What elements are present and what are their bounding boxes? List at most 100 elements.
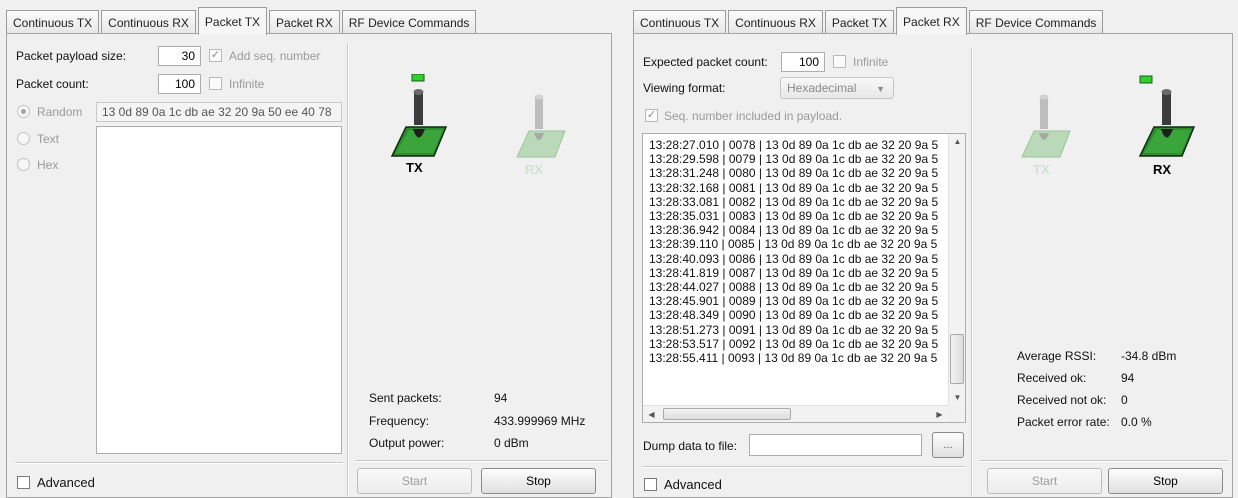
text-label: Text (37, 132, 60, 146)
scroll-down-icon[interactable]: ▼ (949, 393, 965, 402)
scroll-left-icon[interactable]: ◀ (643, 410, 660, 419)
log-line: 13:28:45.901 | 0089 | 13 0d 89 0a 1c db … (649, 294, 939, 309)
log-line: 13:28:35.031 | 0083 | 13 0d 89 0a 1c db … (649, 209, 939, 224)
output-power-label: Output power: (369, 436, 445, 450)
horizontal-scroll-thumb[interactable] (663, 408, 791, 420)
buttons-divider (355, 460, 609, 462)
tab-rf-device-commands[interactable]: RF Device Commands (968, 10, 1104, 34)
seq-included-label: Seq. number included in payload. (664, 109, 843, 123)
viewing-format-label: Viewing format: (643, 81, 726, 95)
log-line: 13:28:33.081 | 0082 | 13 0d 89 0a 1c db … (649, 194, 939, 209)
tab-packet-tx[interactable]: Packet TX (824, 10, 895, 34)
vertical-divider (347, 44, 349, 496)
infinite-checkbox[interactable] (833, 55, 846, 68)
add-seq-label: Add seq. number (229, 49, 321, 63)
packet-count-label: Packet count: (16, 77, 89, 91)
rx-device-label: RX (525, 162, 544, 177)
left-tabbar: Continuous TX Continuous RX Packet TX Pa… (6, 0, 478, 35)
random-payload-field[interactable]: 13 0d 89 0a 1c db ae 32 20 9a 50 ee 40 7… (96, 102, 342, 122)
rx-device-icon (516, 94, 566, 158)
hex-label: Hex (37, 158, 59, 172)
log-line: 13:28:41.819 | 0087 | 13 0d 89 0a 1c db … (649, 265, 939, 280)
stop-button[interactable]: Stop (1108, 468, 1223, 494)
log-lines: 13:28:27.010 | 0078 | 13 0d 89 0a 1c db … (643, 134, 965, 365)
expected-count-field[interactable]: 100 (781, 52, 825, 72)
log-line: 13:28:27.010 | 0078 | 13 0d 89 0a 1c db … (649, 138, 939, 152)
smartrf-studio-window: Continuous TX Continuous RX Packet TX Pa… (0, 0, 1238, 498)
tab-continuous-rx[interactable]: Continuous RX (728, 10, 823, 34)
received-not-ok-value: 0 (1121, 393, 1128, 407)
vertical-scroll-thumb[interactable] (950, 334, 964, 384)
avg-rssi-value: -34.8 dBm (1121, 349, 1177, 363)
avg-rssi-label: Average RSSI: (1017, 349, 1097, 363)
add-seq-checkbox[interactable]: ✓ (209, 49, 222, 62)
rx-device-icon (1138, 75, 1196, 157)
random-label: Random (37, 105, 83, 119)
output-power-value: 0 dBm (494, 436, 529, 450)
advanced-checkbox[interactable] (17, 476, 30, 489)
payload-size-field[interactable]: 30 (158, 46, 201, 66)
log-line: 13:28:40.093 | 0086 | 13 0d 89 0a 1c db … (649, 251, 939, 266)
packet-rx-panel: Expected packet count: 100 Infinite View… (633, 33, 1233, 498)
tab-packet-rx[interactable]: Packet RX (269, 10, 340, 34)
browse-button[interactable]: ... (932, 432, 964, 458)
sent-packets-value: 94 (494, 391, 508, 405)
hex-radio[interactable] (17, 158, 30, 171)
frequency-label: Frequency: (369, 414, 430, 428)
rx-device-label: RX (1153, 162, 1172, 177)
stop-button[interactable]: Stop (481, 468, 596, 494)
tx-device-icon (390, 74, 448, 157)
sent-packets-label: Sent packets: (369, 391, 442, 405)
scroll-up-icon[interactable]: ▲ (949, 137, 965, 146)
log-vertical-scrollbar[interactable]: ▲ ▼ (948, 134, 965, 405)
packet-tx-panel: Packet payload size: 30 ✓ Add seq. numbe… (6, 33, 612, 498)
tab-packet-tx[interactable]: Packet TX (197, 7, 268, 35)
log-line: 13:28:36.942 | 0084 | 13 0d 89 0a 1c db … (649, 223, 939, 238)
log-horizontal-scrollbar[interactable]: ◀ ▶ (643, 405, 948, 422)
scroll-corner (948, 405, 965, 422)
log-line: 13:28:32.168 | 0081 | 13 0d 89 0a 1c db … (649, 180, 939, 195)
tab-rf-device-commands[interactable]: RF Device Commands (341, 10, 477, 34)
received-packets-log[interactable]: 13:28:27.010 | 0078 | 13 0d 89 0a 1c db … (642, 133, 966, 423)
tx-device-icon (1021, 94, 1071, 158)
frequency-value: 433.999969 MHz (494, 414, 586, 428)
tab-continuous-tx[interactable]: Continuous TX (633, 10, 727, 34)
received-not-ok-label: Received not ok: (1017, 393, 1107, 407)
seq-included-checkbox[interactable]: ✓ (645, 109, 658, 122)
advanced-divider (15, 462, 343, 464)
log-line: 13:28:53.517 | 0092 | 13 0d 89 0a 1c db … (649, 336, 939, 351)
infinite-label: Infinite (853, 55, 889, 69)
tx-device-label: TX (1033, 162, 1050, 177)
infinite-label: Infinite (229, 77, 265, 91)
text-radio[interactable] (17, 132, 30, 145)
dump-file-label: Dump data to file: (643, 439, 738, 453)
advanced-label: Advanced (664, 477, 722, 492)
buttons-divider (979, 460, 1229, 462)
advanced-label: Advanced (37, 475, 95, 490)
chevron-down-icon: ▼ (876, 84, 885, 94)
payload-text-area[interactable] (96, 126, 342, 454)
expected-count-label: Expected packet count: (643, 55, 768, 69)
log-line: 13:28:44.027 | 0088 | 13 0d 89 0a 1c db … (649, 280, 939, 295)
log-line: 13:28:31.248 | 0080 | 13 0d 89 0a 1c db … (649, 166, 939, 181)
viewing-format-select[interactable]: Hexadecimal ▼ (780, 77, 894, 99)
infinite-checkbox[interactable] (209, 77, 222, 90)
per-label: Packet error rate: (1017, 415, 1110, 429)
viewing-format-value: Hexadecimal (787, 81, 857, 95)
advanced-checkbox[interactable] (644, 478, 657, 491)
vertical-divider (971, 48, 973, 496)
advanced-divider (642, 466, 966, 468)
tab-continuous-rx[interactable]: Continuous RX (101, 10, 196, 34)
log-line: 13:28:29.598 | 0079 | 13 0d 89 0a 1c db … (649, 152, 939, 167)
tab-packet-rx[interactable]: Packet RX (896, 7, 967, 35)
start-button[interactable]: Start (357, 468, 472, 494)
log-line: 13:28:39.110 | 0085 | 13 0d 89 0a 1c db … (649, 237, 938, 252)
payload-size-label: Packet payload size: (16, 49, 127, 63)
tab-continuous-tx[interactable]: Continuous TX (6, 10, 100, 34)
random-radio[interactable] (17, 105, 30, 118)
scroll-right-icon[interactable]: ▶ (931, 410, 948, 419)
dump-file-field[interactable] (749, 434, 922, 456)
packet-count-field[interactable]: 100 (158, 74, 201, 94)
right-tabbar: Continuous TX Continuous RX Packet TX Pa… (633, 0, 1105, 35)
start-button[interactable]: Start (987, 468, 1102, 494)
